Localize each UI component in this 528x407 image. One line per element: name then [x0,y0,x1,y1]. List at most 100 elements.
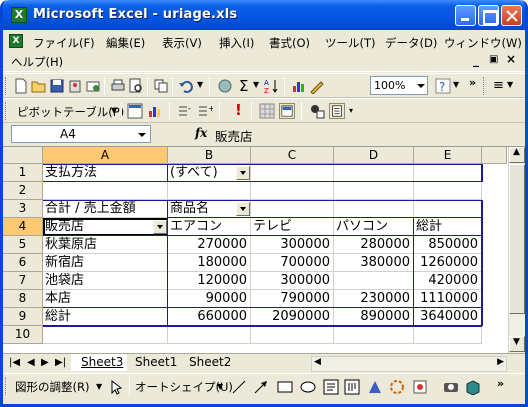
toolbar-overflow-icon[interactable]: » [469,76,476,89]
first-sheet-button[interactable]: |◀ [9,357,20,368]
cell-c7[interactable]: 300000 [251,272,334,290]
minimize-button[interactable] [455,5,476,26]
cell-e6[interactable]: 1260000 [414,254,482,272]
column-header-b[interactable]: B [168,147,251,164]
cell-c3[interactable] [251,200,334,218]
cell-a2[interactable] [43,182,168,200]
hyperlink-icon[interactable] [217,78,233,94]
cell-b6[interactable]: 180000 [168,254,251,272]
line-icon[interactable] [231,379,247,395]
pivot-toolbar-options-icon[interactable]: ▾ [349,106,353,115]
menu-data[interactable]: データ(D) [385,35,437,51]
undo-icon[interactable] [178,78,194,94]
horizontal-scrollbar[interactable]: ◀ ▶ [311,356,507,372]
pivot-menu-dropdown-icon[interactable]: ▼ [111,106,117,115]
print-preview-icon[interactable] [128,78,144,94]
cell-c8[interactable]: 790000 [251,290,334,308]
select-objects-icon[interactable] [109,379,125,395]
scroll-up-button[interactable]: ▲ [509,147,525,163]
rectangle-icon[interactable] [277,379,293,395]
pivot-chart-icon[interactable] [147,103,163,119]
cell-c5[interactable]: 300000 [251,236,334,254]
field-list-icon[interactable] [329,103,345,119]
name-box[interactable]: A4 [11,125,151,143]
scroll-down-button[interactable]: ▼ [509,336,525,352]
open-icon[interactable] [31,78,47,94]
menu-format[interactable]: 書式(O) [269,35,310,51]
tab-sheet1[interactable]: Sheet1 [125,354,181,371]
help-dropdown-icon[interactable]: ▼ [453,80,459,89]
cell-d7[interactable] [334,272,414,290]
toolbar-overflow-icon[interactable]: » [497,377,504,390]
column-header-d[interactable]: D [334,147,414,164]
print-icon[interactable] [110,78,126,94]
hide-detail-icon[interactable]: - [177,103,193,119]
sort-ascending-icon[interactable]: AZ [263,78,279,94]
drawing-icon[interactable] [309,78,325,94]
cell-a9[interactable]: 総計 [43,308,168,326]
cell-b2[interactable] [168,182,251,200]
show-detail-icon[interactable]: + [197,103,213,119]
cell-e9[interactable]: 3640000 [414,308,482,326]
cell-b10[interactable] [168,326,251,344]
menu-view[interactable]: 表示(V) [162,35,202,51]
cell-b4[interactable]: エアコン [168,218,251,236]
format-report-icon[interactable] [127,103,143,119]
doc-restore-icon[interactable]: ▣ [489,54,498,65]
cell-a10[interactable] [43,326,168,344]
zoom-dropdown-icon[interactable] [417,84,425,88]
menu-insert[interactable]: 挿入(I) [219,35,254,51]
row-header[interactable]: 4 [3,218,43,236]
field-settings-icon[interactable] [309,103,325,119]
cell-e4[interactable]: 総計 [414,218,482,236]
title-bar[interactable]: X Microsoft Excel - uriage.xls [3,0,525,30]
cell-c9[interactable]: 2090000 [251,308,334,326]
cell-e7[interactable]: 420000 [414,272,482,290]
worksheet-grid[interactable]: A B C D E 1 2 3 4 5 6 7 8 9 10 支払方法 (すべて… [3,146,525,354]
row-header[interactable]: 7 [3,272,43,290]
row-header[interactable]: 3 [3,200,43,218]
prev-sheet-button[interactable]: ◀ [27,357,35,368]
clip-art-icon[interactable] [412,379,428,395]
cell-c2[interactable] [251,182,334,200]
save-icon[interactable] [49,78,65,94]
doc-close-icon[interactable]: × [506,52,516,66]
cell-d1[interactable] [334,164,414,182]
cell-c1[interactable] [251,164,334,182]
autoshape-dropdown-icon[interactable]: ▼ [217,382,223,391]
diagram-icon[interactable] [389,379,405,395]
vertical-textbox-icon[interactable] [344,379,360,395]
cell-e3[interactable] [414,200,482,218]
align-dropdown-icon[interactable]: ▼ [507,80,513,89]
select-all-corner[interactable] [3,147,43,164]
cell-e5[interactable]: 850000 [414,236,482,254]
cell-e8[interactable]: 1110000 [414,290,482,308]
permission-icon[interactable] [67,78,83,94]
cell-e1[interactable] [414,164,482,182]
tab-sheet3[interactable]: Sheet3 [71,354,128,371]
cell-a5[interactable]: 秋葉原店 [43,236,168,254]
cell-c10[interactable] [251,326,334,344]
tab-sheet2[interactable]: Sheet2 [179,354,235,371]
cell-d5[interactable]: 280000 [334,236,414,254]
cell-d8[interactable]: 230000 [334,290,414,308]
cell-d10[interactable] [334,326,414,344]
cell-a8[interactable]: 本店 [43,290,168,308]
cell-b5[interactable]: 270000 [168,236,251,254]
cell-a6[interactable]: 新宿店 [43,254,168,272]
toolbar-grip[interactable] [5,102,8,120]
cell-c6[interactable]: 700000 [251,254,334,272]
refresh-data-icon[interactable]: ! [235,101,242,119]
row-header[interactable]: 8 [3,290,43,308]
next-sheet-button[interactable]: ▶ [41,357,49,368]
toolbar-grip[interactable] [483,77,486,95]
insert-picture-icon[interactable] [443,379,459,395]
cell-b8[interactable]: 90000 [168,290,251,308]
scroll-thumb[interactable] [509,164,525,314]
toolbar-grip[interactable] [5,77,8,95]
row-field-dropdown[interactable] [153,220,167,234]
help-icon[interactable]: ? [435,78,451,94]
menu-file[interactable]: ファイル(F) [33,35,95,51]
copy-icon[interactable] [153,78,169,94]
page-field-dropdown[interactable] [236,166,250,180]
